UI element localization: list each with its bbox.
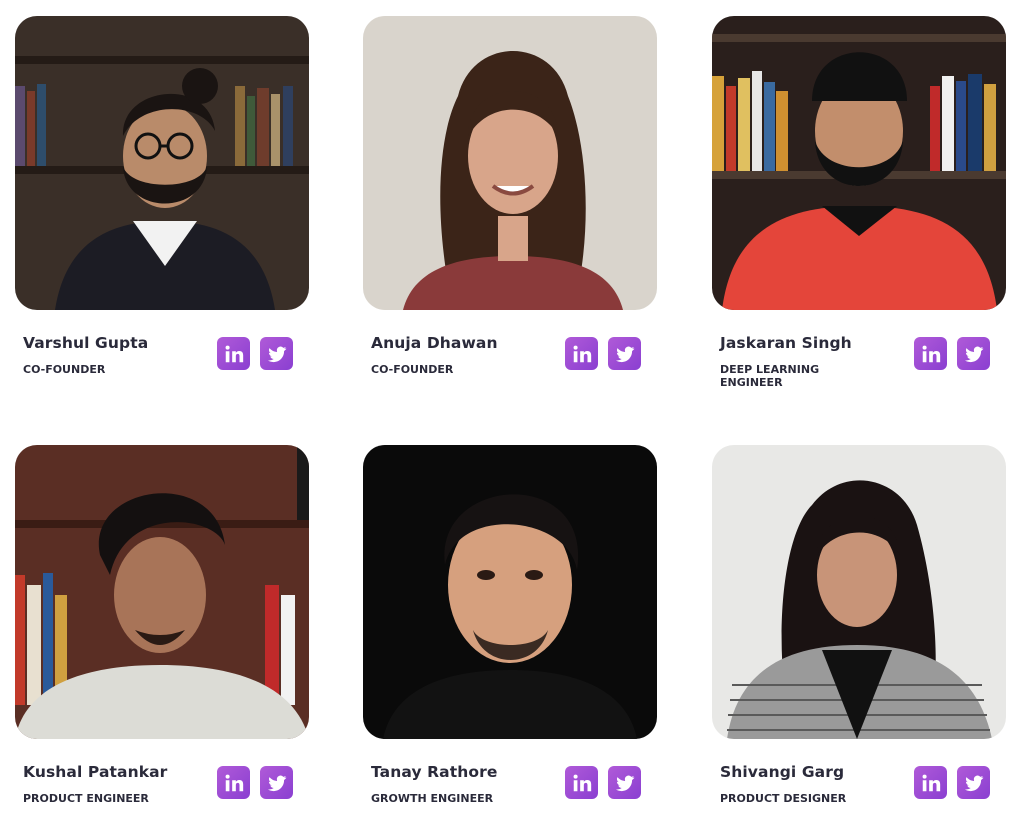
twitter-icon [615, 775, 634, 791]
social-links [914, 766, 990, 799]
member-role: CO-FOUNDER [371, 363, 454, 376]
linkedin-button[interactable] [914, 766, 947, 799]
member-name: Anuja Dhawan [371, 334, 498, 352]
twitter-button[interactable] [608, 766, 641, 799]
social-links [565, 766, 641, 799]
member-photo [363, 445, 657, 739]
member-name: Varshul Gupta [23, 334, 149, 352]
team-card: Varshul Gupta CO-FOUNDER [15, 16, 309, 396]
team-card: Jaskaran Singh DEEP LEARNING ENGINEER [712, 16, 1006, 396]
member-name: Shivangi Garg [720, 763, 845, 781]
member-photo [15, 445, 309, 739]
twitter-button[interactable] [957, 337, 990, 370]
member-photo [363, 16, 657, 310]
member-name: Kushal Patankar [23, 763, 168, 781]
member-name: Tanay Rathore [371, 763, 498, 781]
linkedin-button[interactable] [565, 337, 598, 370]
twitter-icon [615, 346, 634, 362]
linkedin-icon [922, 774, 940, 791]
linkedin-button[interactable] [914, 337, 947, 370]
twitter-button[interactable] [260, 766, 293, 799]
linkedin-button[interactable] [217, 766, 250, 799]
member-name: Jaskaran Singh [720, 334, 852, 352]
social-links [217, 766, 293, 799]
member-role: CO-FOUNDER [23, 363, 106, 376]
linkedin-icon [573, 345, 591, 362]
social-links [217, 337, 293, 370]
linkedin-button[interactable] [217, 337, 250, 370]
team-grid: Varshul Gupta CO-FOUNDER Anuja Dhawan CO… [0, 0, 1024, 821]
team-card: Shivangi Garg PRODUCT DESIGNER [712, 445, 1006, 825]
member-photo [712, 16, 1006, 310]
twitter-icon [964, 775, 983, 791]
twitter-button[interactable] [260, 337, 293, 370]
member-role: PRODUCT ENGINEER [23, 792, 149, 805]
linkedin-icon [225, 345, 243, 362]
twitter-icon [964, 346, 983, 362]
linkedin-icon [922, 345, 940, 362]
linkedin-icon [225, 774, 243, 791]
social-links [565, 337, 641, 370]
twitter-button[interactable] [957, 766, 990, 799]
twitter-button[interactable] [608, 337, 641, 370]
team-card: Anuja Dhawan CO-FOUNDER [363, 16, 657, 396]
social-links [914, 337, 990, 370]
member-photo [712, 445, 1006, 739]
twitter-icon [267, 346, 286, 362]
twitter-icon [267, 775, 286, 791]
team-card: Tanay Rathore GROWTH ENGINEER [363, 445, 657, 825]
member-photo [15, 16, 309, 310]
linkedin-icon [573, 774, 591, 791]
member-role: PRODUCT DESIGNER [720, 792, 847, 805]
member-role: DEEP LEARNING ENGINEER [720, 363, 820, 389]
team-card: Kushal Patankar PRODUCT ENGINEER [15, 445, 309, 825]
linkedin-button[interactable] [565, 766, 598, 799]
member-role: GROWTH ENGINEER [371, 792, 494, 805]
